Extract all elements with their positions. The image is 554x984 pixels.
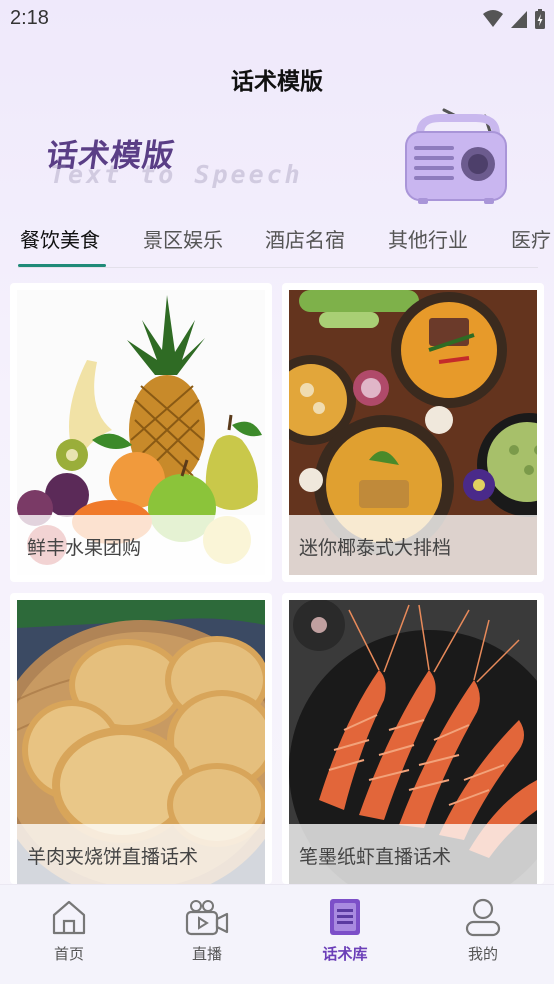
tabs-divider xyxy=(18,267,538,268)
nav-live[interactable]: 直播 xyxy=(138,885,276,984)
card-title: 笔墨纸虾直播话术 xyxy=(299,846,452,868)
status-icons xyxy=(482,8,546,30)
banner: 话术模版 Text to Speech xyxy=(0,100,554,210)
template-card-fruit[interactable]: 鲜丰水果团购 xyxy=(10,283,272,582)
home-icon xyxy=(52,900,86,935)
nav-script-library[interactable]: 话术库 xyxy=(276,885,414,984)
wifi-icon xyxy=(483,10,503,27)
tab-hotel[interactable]: 酒店名宿 xyxy=(265,224,345,253)
tab-other[interactable]: 其他行业 xyxy=(388,224,468,253)
card-caption: 羊肉夹烧饼直播话术 xyxy=(17,824,265,884)
nav-profile-label: 我的 xyxy=(467,945,498,963)
live-video-icon xyxy=(185,900,229,936)
banner-subtitle: Text to Speech xyxy=(50,160,303,189)
tab-catering[interactable]: 餐饮美食 xyxy=(20,224,100,253)
card-caption: 迷你椰泰式大排档 xyxy=(289,515,537,575)
script-library-icon xyxy=(330,899,360,935)
card-title: 迷你椰泰式大排档 xyxy=(299,537,452,559)
template-card-thai[interactable]: 迷你椰泰式大排档 xyxy=(282,283,544,582)
card-caption: 笔墨纸虾直播话术 xyxy=(289,824,537,884)
nav-live-label: 直播 xyxy=(191,945,222,963)
radio-icon xyxy=(405,108,507,204)
template-card-prawns[interactable]: 笔墨纸虾直播话术 xyxy=(282,593,544,884)
nav-script-library-label: 话术库 xyxy=(322,945,368,963)
profile-icon xyxy=(465,898,501,937)
card-title: 鲜丰水果团购 xyxy=(27,537,142,559)
bottom-nav: 首页 直播 话术库 我的 xyxy=(0,884,554,984)
nav-home-label: 首页 xyxy=(53,945,84,963)
status-bar: 2:18 xyxy=(0,0,554,38)
card-title: 羊肉夹烧饼直播话术 xyxy=(27,846,199,868)
tab-scenic[interactable]: 景区娱乐 xyxy=(143,224,223,253)
page-title: 话术模版 xyxy=(231,69,323,95)
card-caption: 鲜丰水果团购 xyxy=(17,515,265,575)
tab-medical[interactable]: 医疗 xyxy=(511,224,551,253)
battery-icon xyxy=(535,9,545,29)
nav-profile[interactable]: 我的 xyxy=(414,885,552,984)
template-card-flatbread[interactable]: 羊肉夹烧饼直播话术 xyxy=(10,593,272,884)
nav-home[interactable]: 首页 xyxy=(0,885,138,984)
category-tabs: 餐饮美食 景区娱乐 酒店名宿 其他行业 医疗 xyxy=(0,220,554,268)
signal-icon xyxy=(511,11,527,28)
status-time: 2:18 xyxy=(10,7,49,29)
